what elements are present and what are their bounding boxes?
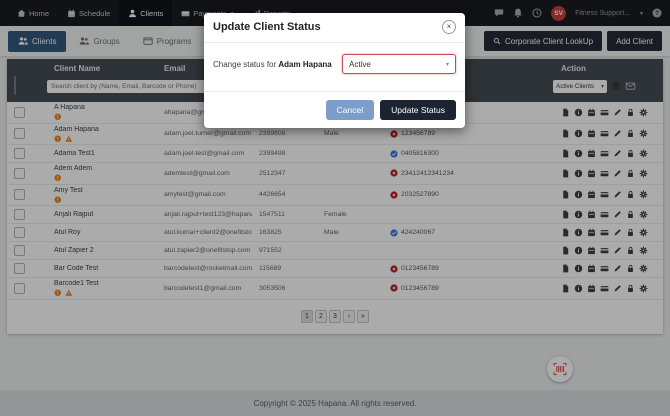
- modal-title: Update Client Status: [213, 21, 321, 33]
- status-select-value: Active: [349, 59, 371, 69]
- update-status-button[interactable]: Update Status: [380, 100, 456, 120]
- close-icon[interactable]: ×: [442, 20, 456, 34]
- chevron-down-icon: ▾: [445, 61, 449, 68]
- modal-body-text: Change status for Adam Hapana: [213, 59, 332, 69]
- cancel-button[interactable]: Cancel: [325, 100, 375, 120]
- modal-client-name: Adam Hapana: [278, 59, 332, 69]
- status-select[interactable]: Active ▾: [342, 54, 456, 74]
- update-client-status-modal: Update Client Status × Change status for…: [204, 13, 465, 128]
